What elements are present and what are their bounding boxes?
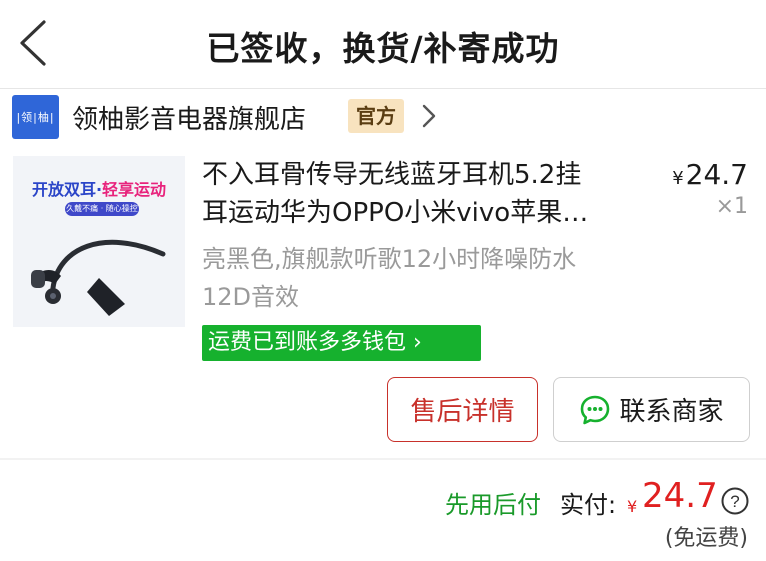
store-name[interactable]: 领柚影音电器旗舰店 [72,99,306,136]
image-headline: 开放双耳·轻享运动 [13,176,185,200]
after-sale-label: 售后详情 [410,397,515,427]
image-headline-b: 轻享运动 [102,180,167,199]
help-icon[interactable]: ? [720,486,750,516]
top-bar: 已签收，换货/补寄成功 [0,0,766,88]
chat-icon [581,395,610,424]
image-pill: 久戴不痛 · 随心操控 [65,202,139,216]
product-title[interactable]: 不入耳骨传导无线蓝牙耳机5.2挂 耳运动华为OPPO小米vivo苹果… [202,156,642,232]
payment-method: 先用后付 [445,491,541,519]
paid-currency-symbol: ¥ [627,497,638,516]
contact-label: 联系商家 [619,397,724,427]
headphone-illustration [31,239,166,316]
product-title-line2: 耳运动华为OPPO小米vivo苹果… [202,198,589,228]
actual-paid-label: 实付: [560,491,617,519]
image-headline-a: 开放双耳· [31,180,103,199]
store-row[interactable]: |领|柚| 领柚影音电器旗舰店 官方 [0,89,766,145]
spec-line2: 12D音效 [202,283,300,311]
after-sale-details-button[interactable]: 售后详情 [387,377,538,442]
product-price: ¥24.7 [672,158,748,191]
contact-merchant-button[interactable]: 联系商家 [553,377,750,442]
shipping-refund-badge[interactable]: 运费已到账多多钱包 › [202,325,481,361]
section-divider [0,458,766,460]
page-title: 已签收，换货/补寄成功 [206,29,560,68]
spec-line1: 亮黑色,旗舰款听歌12小时降噪防水 [202,245,577,273]
store-logo: |领|柚| [12,95,59,139]
price-value: 24.7 [685,158,748,191]
official-badge: 官方 [348,99,404,133]
paid-amount: 24.7 [642,476,718,516]
free-shipping-note: (免运费) [664,526,748,551]
price-symbol: ¥ [672,168,684,189]
svg-text:?: ? [730,492,739,511]
product-title-line1: 不入耳骨传导无线蓝牙耳机5.2挂 [202,160,582,190]
product-spec: 亮黑色,旗舰款听歌12小时降噪防水 12D音效 [202,240,642,316]
product-image[interactable]: 开放双耳·轻享运动 久戴不痛 · 随心操控 [13,156,185,327]
product-quantity: ×1 [715,194,748,219]
chevron-right-icon[interactable] [421,103,437,129]
